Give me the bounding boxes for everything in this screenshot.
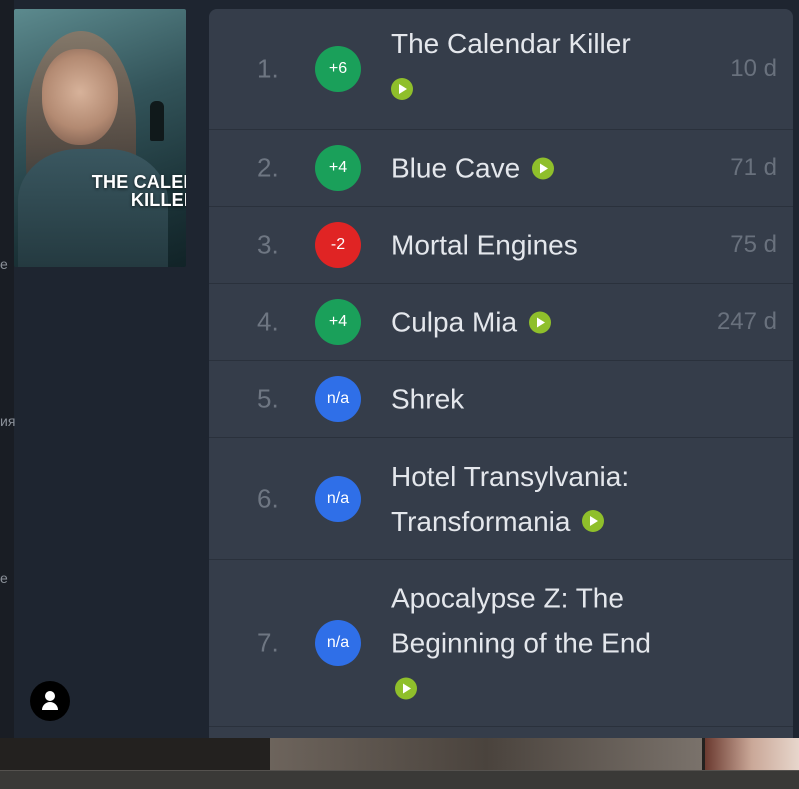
play-icon[interactable] (582, 510, 605, 533)
edge-label: ия (0, 413, 16, 429)
rank-change-badge: +6 (315, 46, 361, 92)
movie-title[interactable]: Shrek (391, 377, 691, 422)
movie-poster[interactable]: THE CALENDAR KILLER (14, 9, 186, 267)
movie-title[interactable]: Mortal Engines (391, 223, 691, 268)
rank-change-badge: n/a (315, 475, 361, 522)
rank-change-badge: -2 (315, 222, 361, 268)
bottom-bar (0, 770, 799, 789)
poster-title: THE CALENDAR KILLER (91, 172, 186, 210)
rank-change-badge: +4 (315, 145, 361, 191)
movie-title[interactable]: Apocalypse Z: The Beginning of the End (391, 576, 681, 711)
play-icon[interactable] (395, 677, 417, 700)
rank-change-badge: +4 (315, 299, 361, 345)
rank-change-badge: n/a (315, 620, 361, 666)
list-item[interactable]: 7. n/a Apocalypse Z: The Beginning of th… (209, 560, 793, 727)
edge-label: е (0, 256, 8, 272)
user-icon[interactable] (30, 681, 70, 721)
movie-title[interactable]: Blue Cave (391, 146, 691, 191)
movie-title[interactable]: Hotel Transylvania: Transformania (391, 454, 711, 544)
play-icon[interactable] (531, 157, 554, 180)
movie-title[interactable]: The Calendar Killer (391, 21, 691, 111)
days-on-list: 75 d (730, 231, 777, 258)
list-item[interactable]: 5. n/a Shrek (209, 361, 793, 438)
list-item[interactable]: 2. +4 Blue Cave 71 d (209, 130, 793, 207)
list-item[interactable]: 1. +6 The Calendar Killer 10 d (209, 9, 793, 130)
play-icon[interactable] (528, 311, 551, 334)
days-on-list: 71 d (730, 154, 777, 181)
rank-number: 4. (257, 306, 279, 337)
ranking-list: 1. +6 The Calendar Killer 10 d 2. +4 Blu… (209, 9, 793, 738)
rank-number: 6. (257, 483, 279, 513)
rank-number: 5. (257, 383, 279, 414)
rank-number: 2. (257, 152, 279, 183)
rank-number: 1. (257, 53, 279, 84)
left-edge-strip (0, 0, 14, 738)
days-on-list: 247 d (716, 308, 777, 335)
edge-label: е (0, 570, 8, 586)
rank-change-badge: n/a (315, 376, 361, 422)
rank-number: 7. (257, 627, 279, 658)
movie-title[interactable]: Culpa Mia (391, 300, 691, 345)
rank-number: 3. (257, 229, 279, 260)
days-on-list: 10 d (730, 55, 777, 82)
list-item[interactable]: 3. -2 Mortal Engines 75 d (209, 207, 793, 284)
play-icon[interactable] (391, 77, 413, 100)
list-item[interactable]: 4. +4 Culpa Mia 247 d (209, 284, 793, 361)
list-item[interactable]: 6. n/a Hotel Transylvania: Transformania (209, 438, 793, 560)
